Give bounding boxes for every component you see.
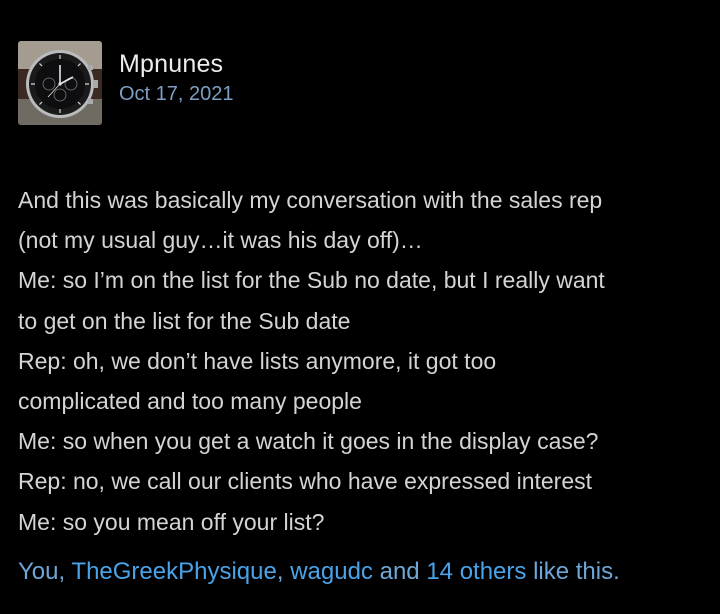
post-text-line: Me: so you mean off your list? (18, 508, 325, 535)
watch-avatar-icon[interactable] (18, 41, 102, 125)
post-text-line: Rep: oh, we don’t have lists anymore, it… (18, 347, 497, 374)
post-text-line: (not my usual guy…it was his day off)… (18, 227, 423, 254)
reaction-others-link[interactable]: 14 others (426, 558, 526, 585)
post-text-line: complicated and too many people (18, 388, 362, 415)
post-text-line: to get on the list for the Sub date (18, 307, 351, 334)
reactions-summary: You, TheGreekPhysique, wagudc and 14 oth… (18, 552, 620, 592)
author-name[interactable]: Mpnunes (119, 49, 234, 79)
post-text-line: Rep: no, we call our clients who have ex… (18, 468, 593, 495)
post-date[interactable]: Oct 17, 2021 (119, 81, 234, 107)
post-text-line: Me: so I’m on the list for the Sub no da… (18, 267, 605, 294)
post-header: Mpnunes Oct 17, 2021 (18, 41, 234, 125)
reaction-separator: , (276, 558, 284, 585)
reaction-user-link[interactable]: wagudc (290, 558, 373, 585)
forum-post: Mpnunes Oct 17, 2021 And this was basica… (0, 0, 720, 614)
post-text-line: And this was basically my conversation w… (18, 187, 603, 213)
reaction-and: and (379, 558, 420, 585)
post-body: And this was basically my conversation w… (18, 180, 708, 542)
post-meta: Mpnunes Oct 17, 2021 (119, 49, 234, 107)
reaction-user-link[interactable]: TheGreekPhysique (71, 558, 276, 585)
reaction-you: You, (18, 558, 66, 585)
post-text-line: Me: so when you get a watch it goes in t… (18, 428, 599, 455)
reaction-suffix: like this. (533, 558, 620, 585)
